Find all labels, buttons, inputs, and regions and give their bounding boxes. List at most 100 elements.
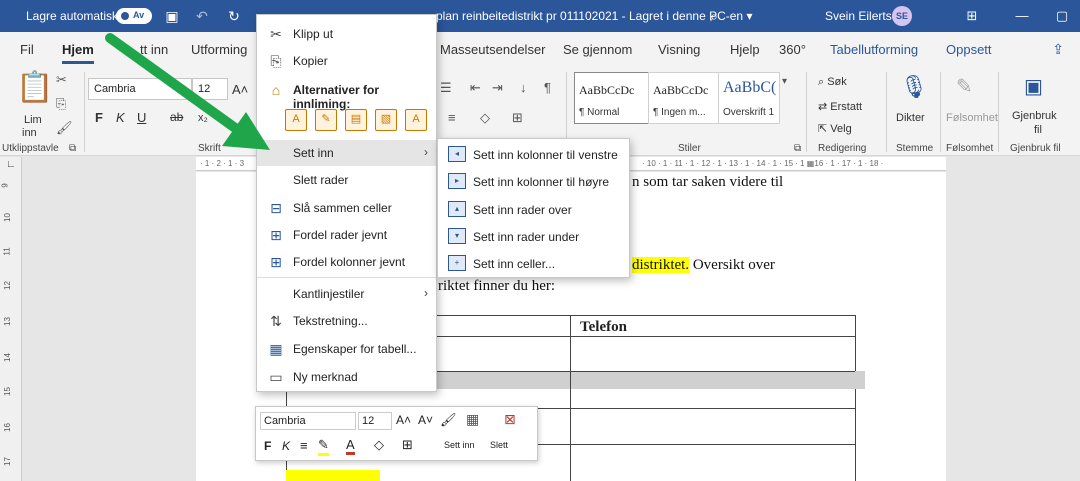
submenu-item-insert-cells[interactable]: + Sett inn celler...: [438, 250, 629, 277]
paste-nested-table-icon[interactable]: ▤: [345, 109, 367, 131]
select-button[interactable]: ⇱ Velg: [818, 122, 852, 135]
paste-icon[interactable]: 📋: [16, 70, 53, 105]
style-heading-1[interactable]: AaBbC(Overskrift 1: [718, 72, 780, 124]
menu-item-insert[interactable]: Sett inn ›: [257, 140, 436, 166]
mini-insert-button[interactable]: Sett inn: [444, 440, 475, 450]
save-icon[interactable]: ▣: [162, 6, 182, 26]
doc-line-3: riktet finner du her:: [438, 278, 556, 294]
delete-table-icon[interactable]: ⊠: [504, 411, 516, 428]
sort-icon[interactable]: ↓: [520, 80, 527, 95]
styles-launcher-icon[interactable]: ⧉: [794, 143, 801, 154]
shading-icon[interactable]: ◇: [374, 437, 384, 453]
menu-label: Fordel rader jevnt: [293, 228, 388, 242]
redo-icon[interactable]: ↻: [224, 6, 244, 26]
sensitivity-icon[interactable]: ✎: [956, 74, 973, 99]
menu-item-table-properties[interactable]: ▦ Egenskaper for tabell...: [257, 336, 436, 362]
paste-label-2[interactable]: inn: [22, 127, 37, 139]
borders-icon[interactable]: ⊞: [512, 110, 523, 126]
line-spacing-icon[interactable]: ≡: [448, 110, 456, 125]
tab-360[interactable]: 360°: [779, 42, 806, 57]
pilcrow-icon[interactable]: ¶: [544, 80, 551, 95]
sensitivity-label[interactable]: Følsomhet: [946, 112, 998, 124]
submenu-item-insert-cols-right[interactable]: ▸ Sett inn kolonner til høyre: [438, 168, 629, 195]
ribbon-display-icon[interactable]: ⊞: [962, 6, 982, 26]
format-painter-icon[interactable]: 🖌: [56, 120, 73, 136]
submenu-item-insert-cols-left[interactable]: ◂ Sett inn kolonner til venstre: [438, 141, 629, 168]
paste-picture-icon[interactable]: ▧: [375, 109, 397, 131]
underline-button[interactable]: U: [137, 110, 146, 125]
tab-help[interactable]: Hjelp: [730, 42, 760, 57]
search-icon[interactable]: ⌕: [704, 6, 724, 26]
menu-item-distribute-cols[interactable]: ⊞ Fordel kolonner jevnt: [257, 249, 436, 275]
reuse-file-icon[interactable]: ▣: [1024, 74, 1043, 99]
microphone-icon[interactable]: 🎙: [900, 74, 928, 100]
shrink-font-icon[interactable]: A˅: [418, 413, 433, 427]
submenu-item-insert-rows-below[interactable]: ▾ Sett inn rader under: [438, 223, 629, 250]
paste-label[interactable]: Lim: [24, 114, 42, 126]
font-name-input[interactable]: Cambria: [88, 78, 192, 100]
undo-icon[interactable]: ↶: [192, 6, 212, 26]
replace-button[interactable]: ⇄ Erstatt: [818, 100, 862, 113]
tab-selector-icon[interactable]: ∟: [6, 159, 16, 170]
menu-item-new-comment[interactable]: ▭ Ny merknad: [257, 364, 436, 390]
autosave-toggle[interactable]: Av: [116, 8, 152, 24]
grow-font-icon[interactable]: A˄: [396, 413, 411, 427]
mini-bold-button[interactable]: F: [264, 439, 271, 453]
tab-design[interactable]: Utforming: [191, 42, 247, 57]
vertical-ruler[interactable]: ∟ 9 10 11 12 13 14 15 16 17: [0, 157, 22, 481]
center-align-icon[interactable]: ≡: [300, 438, 308, 453]
reuse-label[interactable]: Gjenbruk: [1012, 110, 1057, 122]
tab-home[interactable]: Hjem: [62, 42, 94, 64]
paste-keep-source-icon[interactable]: A: [285, 109, 307, 131]
subscript-icon[interactable]: x₂: [198, 112, 208, 124]
borders-icon[interactable]: ⊞: [402, 437, 413, 453]
tab-file[interactable]: Fil: [20, 42, 34, 57]
tab-mailings[interactable]: Masseutsendelser: [440, 42, 546, 57]
list-icon[interactable]: ☰: [440, 80, 452, 96]
paste-merge-format-icon[interactable]: ✎: [315, 109, 337, 131]
style-normal[interactable]: AaBbCcDc ¶ Normal: [574, 72, 654, 124]
cut-icon[interactable]: ✂: [56, 72, 67, 88]
find-button[interactable]: ⌕ Søk: [818, 76, 847, 89]
tab-view[interactable]: Visning: [658, 42, 700, 57]
outdent-icon[interactable]: ⇥: [492, 80, 503, 96]
mini-font-name-input[interactable]: Cambria: [260, 412, 356, 430]
tab-table-design[interactable]: Tabellutforming: [830, 42, 918, 57]
share-icon[interactable]: ⇪: [1052, 41, 1064, 58]
italic-button[interactable]: K: [116, 110, 125, 125]
highlight-pen-icon[interactable]: ✎: [318, 437, 329, 456]
maximize-icon[interactable]: ▢: [1052, 6, 1072, 26]
shading-icon[interactable]: ◇: [480, 110, 490, 126]
dictate-label[interactable]: Dikter: [896, 112, 925, 124]
font-color-icon[interactable]: A: [346, 437, 355, 455]
menu-item-merge-cells[interactable]: ⊟ Slå sammen celler: [257, 195, 436, 221]
mini-delete-button[interactable]: Slett: [490, 440, 508, 450]
mini-font-size-input[interactable]: 12: [358, 412, 392, 430]
font-size-input[interactable]: 12: [192, 78, 228, 100]
strikethrough-icon[interactable]: ab: [170, 110, 183, 124]
menu-item-text-direction[interactable]: ⇅ Tekstretning...: [257, 308, 436, 334]
tab-insert[interactable]: tt inn: [140, 42, 168, 57]
style-no-spacing[interactable]: AaBbCcDc ¶ Ingen m...: [648, 72, 728, 124]
menu-item-cut[interactable]: ✂ Klipp ut: [257, 21, 436, 47]
tab-review[interactable]: Se gjennom: [563, 42, 632, 57]
reuse-label-2[interactable]: fil: [1034, 124, 1042, 136]
indent-icon[interactable]: ⇤: [470, 80, 481, 96]
bold-button[interactable]: F: [95, 110, 103, 125]
avatar[interactable]: SE: [892, 6, 912, 26]
menu-item-copy[interactable]: ⎘ Kopier: [257, 48, 436, 74]
mini-italic-button[interactable]: K: [282, 439, 290, 453]
menu-item-distribute-rows[interactable]: ⊞ Fordel rader jevnt: [257, 222, 436, 248]
submenu-item-insert-rows-above[interactable]: ▴ Sett inn rader over: [438, 196, 629, 223]
insert-table-icon[interactable]: ▦: [466, 411, 479, 428]
tab-layout[interactable]: Oppsett: [946, 42, 992, 57]
menu-item-delete-rows[interactable]: Slett rader: [257, 167, 436, 193]
clipboard-launcher-icon[interactable]: ⧉: [69, 143, 76, 154]
paste-text-only-icon[interactable]: A: [405, 109, 427, 131]
styles-scroll-icon[interactable]: ▾: [782, 76, 787, 87]
minimize-icon[interactable]: —: [1012, 6, 1032, 26]
grow-font-icon[interactable]: A˄: [232, 82, 248, 97]
menu-item-border-styles[interactable]: Kantlinjestiler ›: [257, 281, 436, 307]
copy-icon[interactable]: ⎘: [56, 96, 66, 112]
format-painter-icon[interactable]: 🖌: [440, 412, 457, 428]
